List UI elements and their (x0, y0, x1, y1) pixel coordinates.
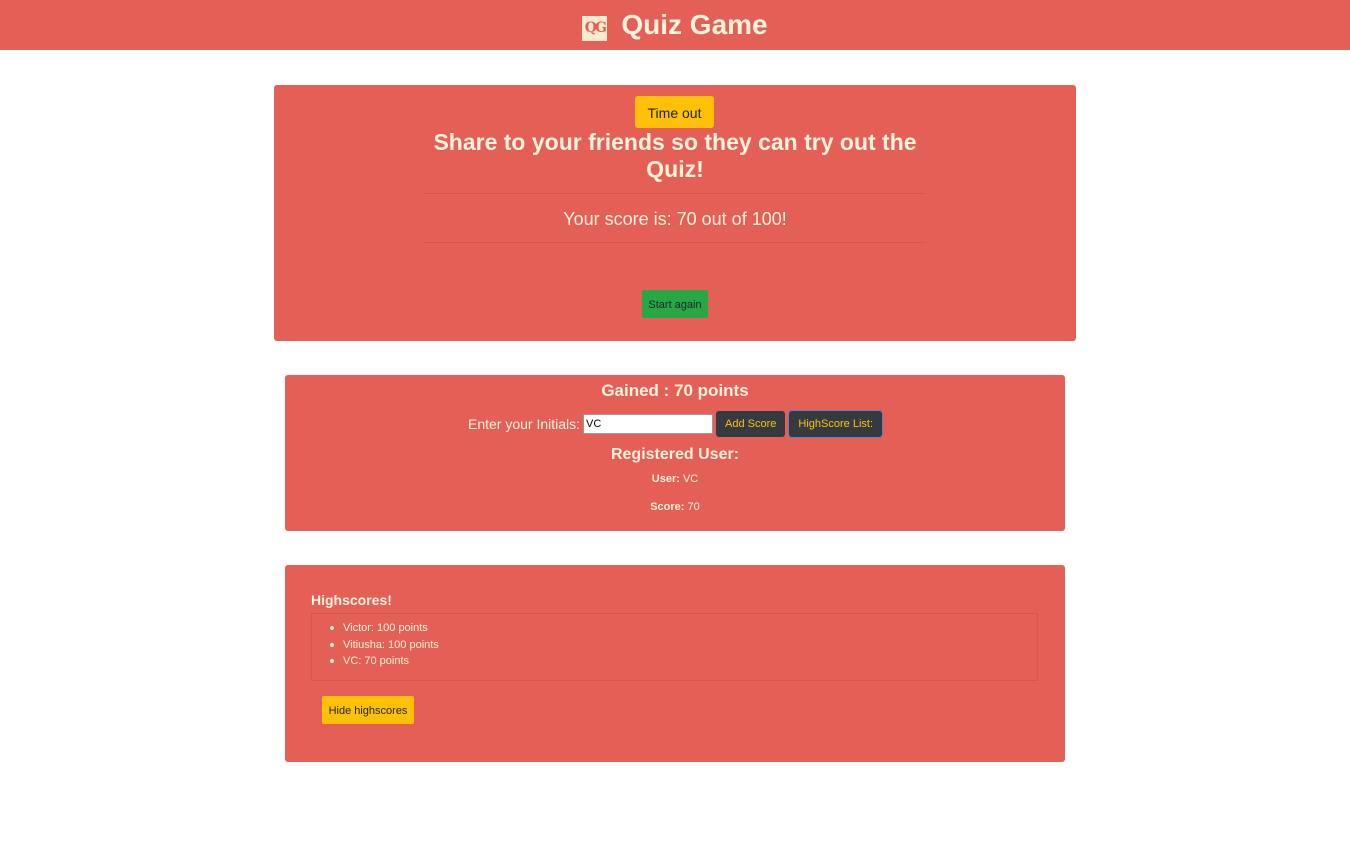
quiz-result-card: Time out Share to your friends so they c… (274, 85, 1076, 341)
highscore-entry: VC: 70 points (330, 653, 1037, 670)
divider (424, 242, 926, 243)
initials-input[interactable] (583, 414, 714, 434)
highscore-entry: Vitiusha: 100 points (330, 637, 1037, 654)
registered-user-heading: Registered User: (610, 446, 740, 463)
divider (424, 193, 926, 194)
user-value: VC (682, 473, 699, 485)
highscore-entry: Victor: 100 points (330, 620, 1037, 637)
final-score-text: Your score is: 70 out of 100! (563, 209, 787, 229)
score-label: Score: (650, 501, 685, 513)
start-again-button[interactable]: Start again (642, 290, 708, 318)
highscores-title: Highscores! (311, 592, 392, 608)
highscore-list-button[interactable]: HighScore List: (789, 411, 883, 437)
hide-highscores-button[interactable]: Hide highscores (322, 696, 414, 724)
share-title: Share to your friends so they can try ou… (433, 129, 917, 182)
user-label: User: (651, 473, 680, 485)
highscores-card: Highscores! Victor: 100 points Vitiusha:… (285, 565, 1065, 762)
score-value: 70 (687, 501, 700, 513)
initials-label: Enter your Initials: (467, 416, 581, 432)
timer-button[interactable]: Time out (635, 96, 714, 128)
highscores-list-box: Victor: 100 points Vitiusha: 100 points … (311, 613, 1038, 681)
navbar: QG Quiz Game (0, 0, 1350, 50)
registered-user-line: User: VC (285, 472, 1065, 486)
registered-score-line: Score: 70 (285, 500, 1065, 514)
gained-points-heading: Gained : 70 points (601, 381, 749, 400)
app-title[interactable]: Quiz Game (621, 9, 767, 41)
score-entry-card: Gained : 70 points Enter your Initials: … (285, 375, 1065, 531)
add-score-button[interactable]: Add Score (716, 411, 786, 437)
initials-form: Enter your Initials: Add Score HighScore… (285, 411, 1065, 437)
highscores-list: Victor: 100 points Vitiusha: 100 points … (312, 614, 1037, 670)
quiz-logo-icon: QG (582, 15, 608, 41)
